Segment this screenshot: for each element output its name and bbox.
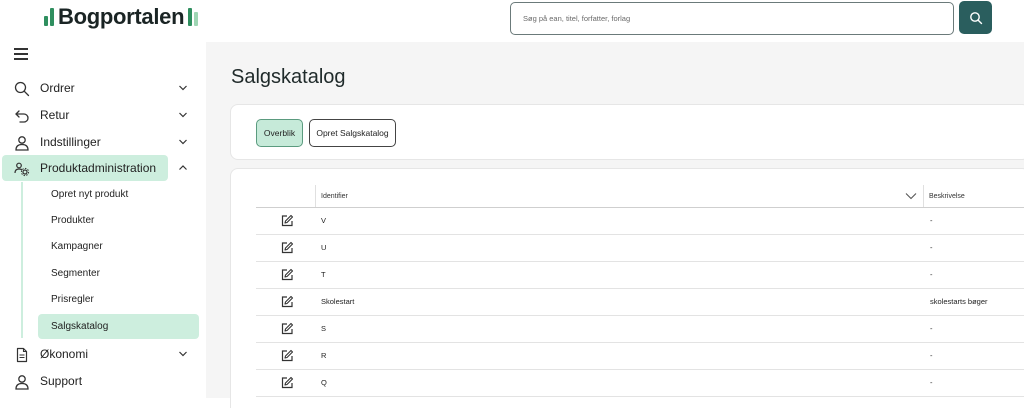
sidebar-subitem-kampagner[interactable]: Kampagner	[38, 234, 199, 259]
tab-overblik[interactable]: Overblik	[256, 119, 303, 147]
tab-bar-card: Overblik Opret Salgskatalog	[230, 104, 1024, 160]
chevron-down-icon	[179, 85, 187, 91]
search-button[interactable]	[959, 1, 992, 34]
column-divider	[315, 185, 316, 207]
logo-mark-right-icon	[188, 8, 199, 26]
table-row[interactable]: V -	[256, 208, 1024, 235]
edit-icon[interactable]	[280, 322, 294, 336]
edit-icon[interactable]	[280, 214, 294, 228]
column-header-beskrivelse[interactable]: Beskrivelse	[929, 183, 965, 209]
chevron-up-icon	[179, 165, 187, 170]
document-icon	[16, 347, 28, 363]
undo-icon	[15, 110, 29, 123]
sidebar-subitem-prisregler[interactable]: Prisregler	[38, 287, 199, 312]
chevron-down-icon	[179, 112, 187, 118]
sort-chevron-down-icon[interactable]	[905, 192, 917, 200]
column-header-label: Beskrivelse	[929, 192, 965, 200]
logo-mark-left-icon	[44, 8, 54, 26]
column-header-identifier[interactable]: Identifier	[321, 183, 348, 209]
edit-icon[interactable]	[280, 376, 294, 390]
sidebar-subitem-segmenter[interactable]: Segmenter	[38, 261, 199, 286]
cell-identifier: Q	[321, 378, 327, 387]
top-header: Bogportalen	[0, 0, 1024, 42]
cell-beskrivelse: -	[930, 351, 933, 360]
sidebar-item-label: Produktadministration	[40, 161, 157, 175]
main-content: Salgskatalog Overblik Opret Salgskatalog…	[206, 42, 1024, 408]
sidebar-item-label: Ordrer	[40, 81, 75, 95]
logo[interactable]: Bogportalen	[44, 4, 199, 30]
sidebar-subitem-label: Kampagner	[51, 241, 103, 252]
cell-identifier: V	[321, 216, 327, 225]
cell-identifier: T	[321, 270, 326, 279]
table-row[interactable]: T -	[256, 262, 1024, 289]
cell-beskrivelse: -	[930, 216, 933, 225]
cell-identifier: S	[321, 324, 327, 333]
menu-toggle-icon[interactable]	[14, 48, 28, 60]
edit-icon[interactable]	[280, 241, 294, 255]
search-icon	[969, 11, 982, 24]
cell-beskrivelse: skolestarts bøger	[930, 297, 988, 306]
sidebar-item-label: Support	[40, 374, 83, 388]
cell-identifier: R	[321, 351, 327, 360]
chevron-down-icon	[179, 351, 187, 357]
edit-icon[interactable]	[280, 295, 294, 309]
users-gear-icon	[14, 162, 30, 177]
search-input[interactable]	[510, 2, 954, 35]
sidebar-subitem-label: Salgskatalog	[51, 321, 109, 332]
cell-identifier: Skolestart	[321, 297, 355, 306]
sidebar-item-support[interactable]: Support	[2, 368, 196, 394]
sidebar-item-label: Indstillinger	[40, 135, 101, 149]
sidebar-subitem-opret-nyt-produkt[interactable]: Opret nyt produkt	[38, 182, 199, 207]
sidebar-subitem-label: Produkter	[51, 215, 95, 226]
logo-text: Bogportalen	[58, 4, 185, 29]
sidebar-subitem-produkter[interactable]: Produkter	[38, 208, 199, 233]
sidebar-subitem-label: Prisregler	[51, 294, 94, 305]
sidebar: Ordrer Retur Indstillinger Produktadmini…	[0, 42, 206, 398]
sidebar-subitem-label: Segmenter	[51, 268, 100, 279]
page-title: Salgskatalog	[231, 66, 346, 88]
cell-beskrivelse: -	[930, 378, 933, 387]
catalog-table: Identifier Beskrivelse V - U - T - Skole…	[230, 168, 1024, 408]
chevron-down-icon	[179, 139, 187, 145]
table-row[interactable]: Skolestart skolestarts bøger	[256, 289, 1024, 316]
cell-beskrivelse: -	[930, 324, 933, 333]
column-header-label: Identifier	[321, 192, 348, 200]
cell-identifier: U	[321, 243, 327, 252]
table-row[interactable]: U -	[256, 235, 1024, 262]
cell-beskrivelse: -	[930, 270, 933, 279]
column-divider	[923, 185, 924, 207]
table-row[interactable]: Q -	[256, 370, 1024, 397]
sidebar-item-label: Økonomi	[40, 347, 89, 361]
tab-opret-salgskatalog[interactable]: Opret Salgskatalog	[309, 119, 396, 147]
sidebar-item-ordrer[interactable]: Ordrer	[2, 75, 196, 101]
sidebar-item-okonomi[interactable]: Økonomi	[2, 341, 196, 367]
sidebar-item-label: Retur	[40, 108, 70, 122]
user-icon	[15, 136, 29, 151]
sidebar-item-produktadministration[interactable]: Produktadministration	[2, 155, 187, 181]
submenu-guide-line	[21, 182, 23, 338]
table-row[interactable]: S -	[256, 316, 1024, 343]
table-row[interactable]: R -	[256, 343, 1024, 370]
edit-icon[interactable]	[280, 268, 294, 282]
sidebar-item-indstillinger[interactable]: Indstillinger	[2, 129, 196, 155]
cell-beskrivelse: -	[930, 243, 933, 252]
edit-icon[interactable]	[280, 349, 294, 363]
search-icon	[14, 81, 30, 97]
sidebar-subitem-label: Opret nyt produkt	[51, 189, 129, 200]
sidebar-item-retur[interactable]: Retur	[2, 102, 196, 128]
user-icon	[15, 375, 29, 390]
sidebar-subitem-salgskatalog[interactable]: Salgskatalog	[38, 314, 199, 339]
